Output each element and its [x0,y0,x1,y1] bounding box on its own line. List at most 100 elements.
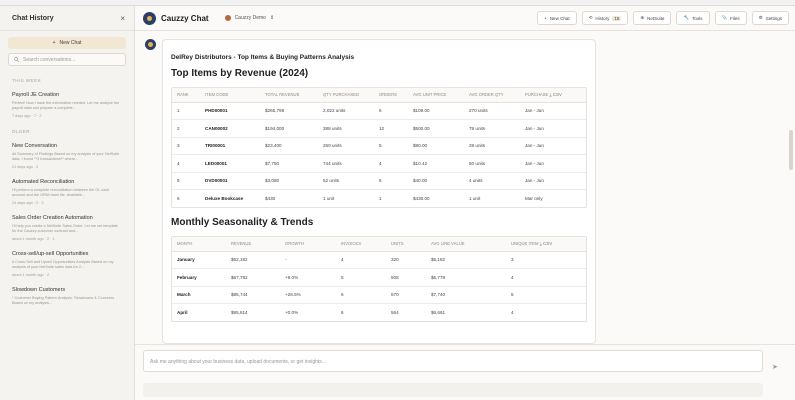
table-cell: 6 [336,286,386,304]
top-bar: Cauzzy Chat Cauzzy Demo ⇕ + New Chat ⟲ H… [135,6,795,31]
table-row: February $67,782 +9.0% 5 508 $6,778 4 [172,268,586,287]
settings-button[interactable]: ⚙ Settings [751,11,789,25]
table-cell: $62,182 [226,251,280,269]
conversation-meta: about 1 month ago · 2 · 1 [12,237,55,241]
settings-label: Settings [765,15,782,21]
tools-button[interactable]: 🔧 Tools [676,11,710,25]
table-cell: Jan - Jun [520,119,586,138]
assistant-avatar [145,39,156,50]
files-label: Files [730,15,740,21]
table-cell: $430.00 [413,196,430,201]
table-cell: $430 [265,196,276,201]
table-row: 6 Deluxe Bookcase $430 1 unit 1 $430.00 1 unit… [172,190,586,208]
table-cell: $109.00 [408,102,464,120]
wrench-icon: 🔧 [683,15,690,20]
table-cell: 50 units [464,154,520,173]
column-header: RANK [172,88,200,103]
table-cell: Deluxe Bookcase [205,196,244,201]
table-row: March $85,744 +26.5% 6 570 $7,740 5 [172,286,586,304]
table-cell: 4 units [464,172,520,190]
csv-download-button[interactable]: CSV [543,241,552,246]
table-cell: Jan - Jun [520,172,586,190]
table-cell: 320 [386,251,426,269]
column-header: ITEM CODE [200,88,260,103]
conversation-title: Sales Order Creation Automation [12,215,93,221]
section-heading-top-items: Top Items by Revenue (2024) [171,68,309,79]
conversation-preview: * Customer Buying Pattern Analysis: Slow… [12,296,115,305]
table-cell: 52 units [318,172,374,190]
app-window: Chat History × + New Chat Search convers… [0,0,795,400]
sidebar-title: Chat History [12,14,54,22]
conversation-title: Payroll JE Creation [12,92,60,98]
table-cell: LED00001 [200,154,260,173]
section-heading-seasonality: Monthly Seasonality & Trends [171,217,314,228]
conversation-item[interactable]: Automated Reconciliation I'll perform a … [0,174,134,210]
history-button[interactable]: ⟲ History 15 [581,11,629,25]
gear-icon: ⚙ [758,15,763,20]
table-cell: 78 units [464,119,520,138]
scrollbar-thumb[interactable] [789,130,793,170]
csv-download-button[interactable]: CSV [553,92,562,97]
composer-secondary-bar [143,383,763,397]
conversation-item[interactable]: Slowdown Customers * Customer Buying Pat… [0,282,134,311]
assistant-message: DelRey Distributors - Top Items & Buying… [162,39,596,344]
send-icon[interactable]: ➤ [772,363,778,371]
table-cell: 5 [506,286,586,304]
plus-icon: + [52,40,56,46]
conversation-item[interactable]: Sales Order Creation Automation I'll hel… [0,210,134,246]
files-button[interactable]: 📎 Files [714,11,747,25]
table-cell: CAN00002 [200,119,260,138]
table-row: 4 LED00001 $7,750 744 units 4 $10.42 50 units J… [172,154,586,173]
table-cell: $23,400 [260,137,318,155]
table-row: 5 DVD00001 $3,080 52 units 6 $40.00 4 units Jan… [172,172,586,190]
app-title: Cauzzy Chat [161,13,209,23]
conversation-preview: # Cross-Sell and Upsell Opportunities An… [12,260,114,269]
table-cell: 3 [172,137,200,155]
document-title: DelRey Distributors - Top Items & Buying… [171,54,355,61]
table-cell: TRI00001 [200,137,260,155]
table-cell: PHD00001 [200,102,260,120]
conversation-item[interactable]: Payroll JE Creation Perfect! Now I have … [0,87,134,123]
table-cell: 2 [172,119,200,138]
table-cell: Mar only [525,196,543,201]
message-input[interactable]: Ask me anything about your business data… [143,350,763,372]
table-cell: $85,614 [231,310,248,315]
message-area: DelRey Distributors - Top Items & Buying… [135,31,795,344]
column-header: ORDERS [374,88,408,103]
table-cell: $7,750 [260,154,318,173]
netsuite-icon: ⊕ [640,15,645,20]
table-cell: Jan - Jun [520,102,586,120]
table-cell: 4 [336,251,386,269]
close-icon[interactable]: × [120,14,125,23]
conversation-item[interactable]: New Conversation ## Summary of Findings … [0,138,134,174]
table-cell: 6 [341,310,344,315]
section-label-older: OLDER [12,129,31,134]
column-header: TOTAL REVENUE [260,88,318,103]
conversation-meta: 21 days ago · 2 [12,165,39,169]
table-row: 3 TRI00001 $23,400 260 units 5 $90.00 28 units… [172,137,586,155]
table-cell: $7,740 [426,286,506,304]
table-cell: $90.00 [408,137,464,155]
table-cell: April [177,310,188,315]
conversation-preview: I'll perform a complete reconciliation b… [12,188,110,197]
table-cell: 5 [336,268,386,287]
conversation-item[interactable]: Cross-sell/up-sell Opportunities # Cross… [0,246,134,282]
table-cell: 388 units [318,119,374,138]
table-cell: +9.0% [280,268,336,287]
new-chat-toolbar-button[interactable]: + New Chat [537,11,577,25]
history-count-badge: 15 [612,15,622,21]
netsuite-button[interactable]: ⊕ NetSuite [633,11,672,25]
new-chat-toolbar-label: New Chat [549,15,570,21]
table-cell: 1 [379,196,382,201]
new-chat-label: New Chat [59,40,82,46]
table-cell: $500.00 [408,119,464,138]
new-chat-button[interactable]: + New Chat [8,37,126,49]
table-cell: 5 [374,137,408,155]
column-header: UNIQUE ITEM ⤓ CSV [506,237,586,252]
table-cell: 508 [386,268,426,287]
table-cell: 28 units [464,137,520,155]
workspace-name: Cauzzy Demo [234,15,266,21]
search-icon [14,57,19,62]
search-input[interactable]: Search conversations... [8,53,126,66]
workspace-selector[interactable]: Cauzzy Demo ⇕ [224,15,274,21]
